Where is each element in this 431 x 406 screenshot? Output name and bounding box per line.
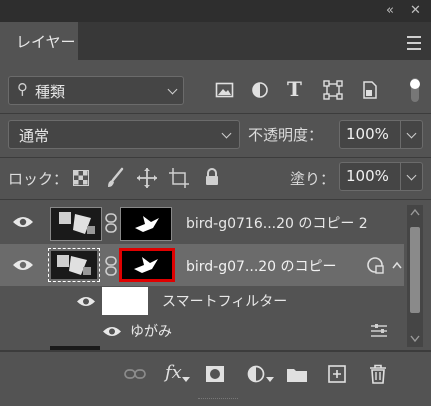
fill-value: 100% [346,167,389,185]
layer-thumbnail [51,251,97,279]
shape-filter-icon[interactable] [323,80,343,100]
blend-mode-select[interactable]: 通常 [8,120,240,149]
collapse-chevron-icon[interactable] [392,261,402,269]
filter-item-row[interactable]: ゆがみ [0,318,404,344]
fill-label: 塗り： [290,170,336,188]
visibility-eye-icon[interactable] [12,215,34,229]
chevron-down-icon [406,128,417,139]
divider [0,157,431,158]
mask-link-icon[interactable] [104,213,118,233]
chevron-down-icon [266,377,274,382]
layer-row-selected[interactable]: bird-g07...20 のコピー [0,244,404,286]
layer-thumbnail [50,207,102,241]
new-layer-icon[interactable] [328,365,346,383]
smart-object-badge-icon [367,257,384,274]
filter-label: 種類 [35,83,66,101]
visibility-eye-icon[interactable] [102,325,122,338]
tab-layers[interactable]: レイヤー [0,22,78,60]
scrollbar-thumb[interactable] [410,227,420,313]
layer-style-fx-button[interactable]: fx [165,362,182,383]
opacity-label: 不透明度： [248,126,324,144]
smart-object-filter-icon[interactable] [361,80,379,100]
opacity-field[interactable]: 100% [339,120,423,149]
search-icon: ⚲ [17,80,28,98]
mask-link-icon[interactable] [104,256,118,276]
blend-mode-value: 通常 [19,127,50,145]
visibility-eye-icon[interactable] [76,295,96,308]
smart-filter-mask-thumbnail [102,287,148,315]
layer-row[interactable]: bird-g0716...20 のコピー 2 [0,202,404,242]
chevron-down-icon [182,377,190,382]
opacity-value: 100% [346,125,389,143]
filter-item-name: ゆがみ [130,324,172,340]
type-filter-icon[interactable]: T [287,77,302,101]
layer-name: bird-g0716...20 のコピー 2 [186,216,368,232]
trash-icon[interactable] [369,364,387,384]
lock-label: ロック： [8,170,69,188]
layer-thumbnail-frame [48,248,100,282]
filter-type-select[interactable]: ⚲ 種類 [8,76,184,105]
lock-position-icon[interactable] [136,167,158,189]
layer-list: bird-g0716...20 のコピー 2 bird-g07...20 のコピ… [0,200,404,350]
scrollbar-track[interactable] [407,205,423,347]
scroll-up-icon[interactable] [410,208,420,216]
chevron-down-icon [221,128,232,139]
lock-image-pixels-icon[interactable] [105,167,125,189]
layer-name: bird-g07...20 のコピー [186,259,337,275]
mask-thumbnail [120,207,172,241]
new-adjustment-layer-icon[interactable] [246,364,266,384]
mask-thumbnail-selected[interactable] [119,248,175,282]
chevron-down-icon [406,170,417,181]
collapse-icon[interactable]: « [386,3,394,18]
filter-blending-options-icon[interactable] [370,324,388,338]
divider [0,113,431,114]
smart-filter-row[interactable]: スマートフィルター [0,287,404,317]
visibility-eye-icon[interactable] [12,258,34,272]
scroll-down-icon[interactable] [410,335,420,343]
panel-menu-icon[interactable] [407,36,421,50]
adjustment-filter-icon[interactable] [251,81,269,99]
tab-label: レイヤー [16,33,76,51]
panel-header: « ✕ [0,0,431,22]
chevron-down-icon [167,84,178,95]
smart-filter-label: スマートフィルター [162,294,288,310]
image-filter-icon[interactable] [215,81,235,99]
lock-artboard-icon[interactable] [168,167,190,189]
link-layers-icon[interactable] [124,367,146,381]
resize-grip[interactable] [198,398,238,401]
close-icon[interactable]: ✕ [410,3,421,18]
fill-field[interactable]: 100% [339,162,423,191]
lock-transparent-pixels-icon[interactable] [73,170,89,186]
lock-all-icon[interactable] [204,167,220,187]
new-group-folder-icon[interactable] [286,366,308,383]
filter-toggle-icon[interactable] [408,76,422,104]
add-mask-icon[interactable] [205,365,225,383]
